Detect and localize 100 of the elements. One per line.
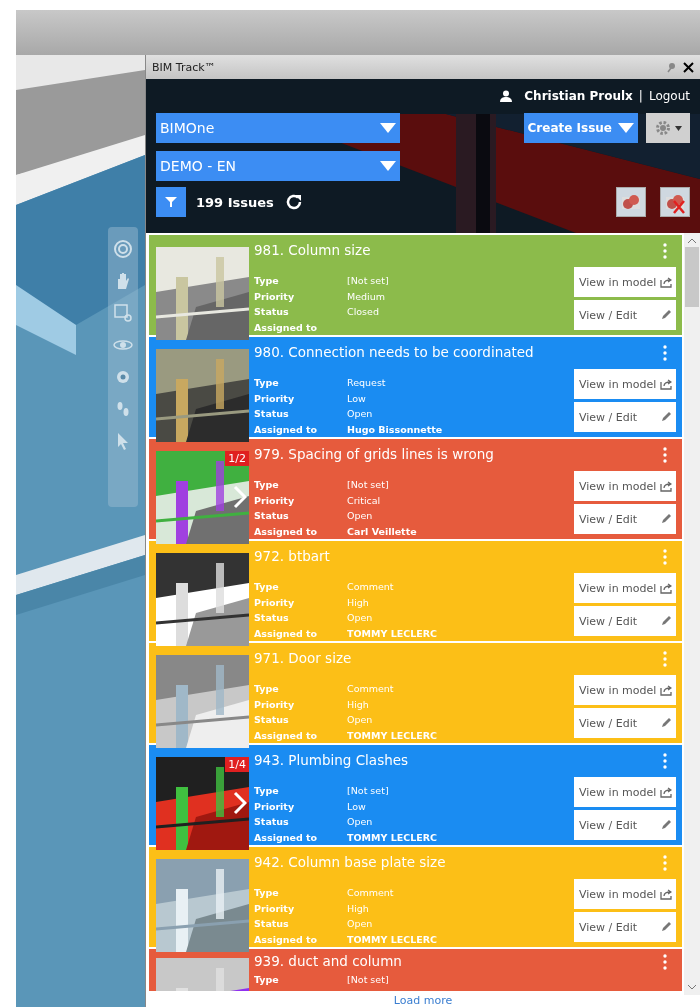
field-label: Priority (254, 289, 296, 304)
field-value: Open (347, 713, 374, 727)
field-label: Assigned to (254, 320, 319, 335)
pencil-icon (660, 411, 672, 423)
field-label: Type (254, 274, 280, 288)
view-in-model-button[interactable]: View in model (574, 573, 676, 603)
field-label: Assigned to (254, 524, 319, 539)
field-value: Medium (347, 289, 386, 304)
issue-title[interactable]: 939. duct and column (254, 953, 574, 970)
field-label: Assigned to (254, 830, 319, 845)
separator: | (638, 89, 643, 103)
more-icon[interactable] (662, 651, 668, 667)
view-edit-button[interactable]: View / Edit (574, 606, 676, 636)
more-icon[interactable] (662, 549, 668, 565)
field-value: Open (347, 407, 374, 421)
field-value: Low (347, 391, 367, 406)
field-label: Priority (254, 901, 296, 916)
field-value: Critical (347, 493, 382, 508)
user-icon (500, 90, 513, 102)
field-label: Type (254, 376, 280, 390)
filter-icon (165, 196, 177, 208)
chevron-right-icon[interactable] (233, 791, 247, 815)
logout-link[interactable]: Logout (648, 89, 690, 103)
view-edit-button[interactable]: View / Edit (574, 912, 676, 942)
field-label: Priority (254, 493, 296, 508)
share-icon (660, 888, 672, 900)
field-value: [Not set] (347, 478, 390, 492)
more-icon[interactable] (662, 753, 668, 769)
view-in-model-button[interactable]: View in model (574, 369, 676, 399)
field-value: [Not set] (347, 973, 390, 987)
field-label: Type (254, 973, 280, 987)
field-value: [Not set] (347, 274, 390, 288)
view-edit-button[interactable]: View / Edit (574, 810, 676, 840)
pencil-icon (660, 921, 672, 933)
field-value: TOMMY LECLERC (347, 830, 438, 845)
settings-button[interactable] (646, 113, 690, 143)
field-value: Comment (347, 886, 395, 900)
field-label: Status (254, 713, 290, 727)
view-edit-button[interactable]: View / Edit (574, 504, 676, 534)
issue-title[interactable]: 979. Spacing of grids lines is wrong (254, 446, 574, 462)
field-label: Status (254, 611, 290, 625)
pencil-icon (660, 819, 672, 831)
view-in-model-button[interactable]: View in model (574, 675, 676, 705)
share-icon (660, 684, 672, 696)
field-label: Status (254, 917, 290, 931)
caret-icon (380, 123, 396, 133)
more-icon[interactable] (662, 345, 668, 361)
view-edit-button[interactable]: View / Edit (574, 402, 676, 432)
field-value: TOMMY LECLERC (347, 728, 438, 743)
view-edit-button[interactable]: View / Edit (574, 300, 676, 330)
field-label: Type (254, 580, 280, 594)
scrollbar[interactable] (684, 233, 700, 995)
filter-button[interactable] (156, 187, 186, 217)
field-value: Open (347, 509, 374, 523)
pencil-icon (660, 615, 672, 627)
view-in-model-button[interactable]: View in model (574, 267, 676, 297)
scroll-up-icon[interactable] (687, 237, 697, 245)
chevron-right-icon[interactable] (233, 485, 247, 509)
tool-button[interactable] (616, 187, 646, 217)
field-label: Assigned to (254, 728, 319, 743)
tool-button[interactable] (660, 187, 690, 217)
share-icon (660, 276, 672, 288)
pin-icon[interactable] (666, 61, 677, 73)
scrollbar-thumb[interactable] (685, 247, 699, 307)
view-in-model-button[interactable]: View in model (574, 471, 676, 501)
field-value: Low (347, 799, 367, 814)
field-label: Priority (254, 391, 296, 406)
view-in-model-button[interactable]: View in model (574, 879, 676, 909)
image-counter: 1/2 (225, 451, 249, 466)
more-icon[interactable] (662, 243, 668, 259)
field-value: TOMMY LECLERC (347, 626, 438, 641)
field-value: Open (347, 917, 374, 931)
field-value: Request (347, 376, 387, 390)
issue-count: 199 Issues (196, 194, 274, 210)
field-value: Hugo Bissonnette (347, 422, 444, 437)
pencil-icon (660, 309, 672, 321)
field-label: Type (254, 478, 280, 492)
scroll-down-icon[interactable] (687, 983, 697, 991)
panel-title: BIM Track™ (152, 60, 217, 74)
view-edit-button[interactable]: View / Edit (574, 708, 676, 738)
field-value: High (347, 901, 370, 916)
settings-icon (654, 120, 671, 136)
field-label: Status (254, 509, 290, 523)
field-value: Closed (347, 305, 380, 319)
field-label: Priority (254, 697, 296, 712)
pencil-icon (660, 717, 672, 729)
more-icon[interactable] (662, 447, 668, 463)
load-more-link[interactable]: Load more (393, 994, 453, 1007)
close-icon[interactable] (683, 61, 694, 73)
share-icon (660, 786, 672, 798)
pencil-icon (660, 513, 672, 525)
view-in-model-button[interactable]: View in model (574, 777, 676, 807)
more-icon[interactable] (662, 855, 668, 871)
issue-card[interactable]: 939. duct and column Type [Not set] (149, 949, 682, 991)
field-value: Open (347, 815, 374, 829)
user-name: Christian Proulx (524, 89, 633, 103)
field-label: Type (254, 784, 280, 798)
field-label: Assigned to (254, 626, 319, 641)
more-icon[interactable] (662, 954, 668, 970)
field-value: [Not set] (347, 784, 390, 798)
